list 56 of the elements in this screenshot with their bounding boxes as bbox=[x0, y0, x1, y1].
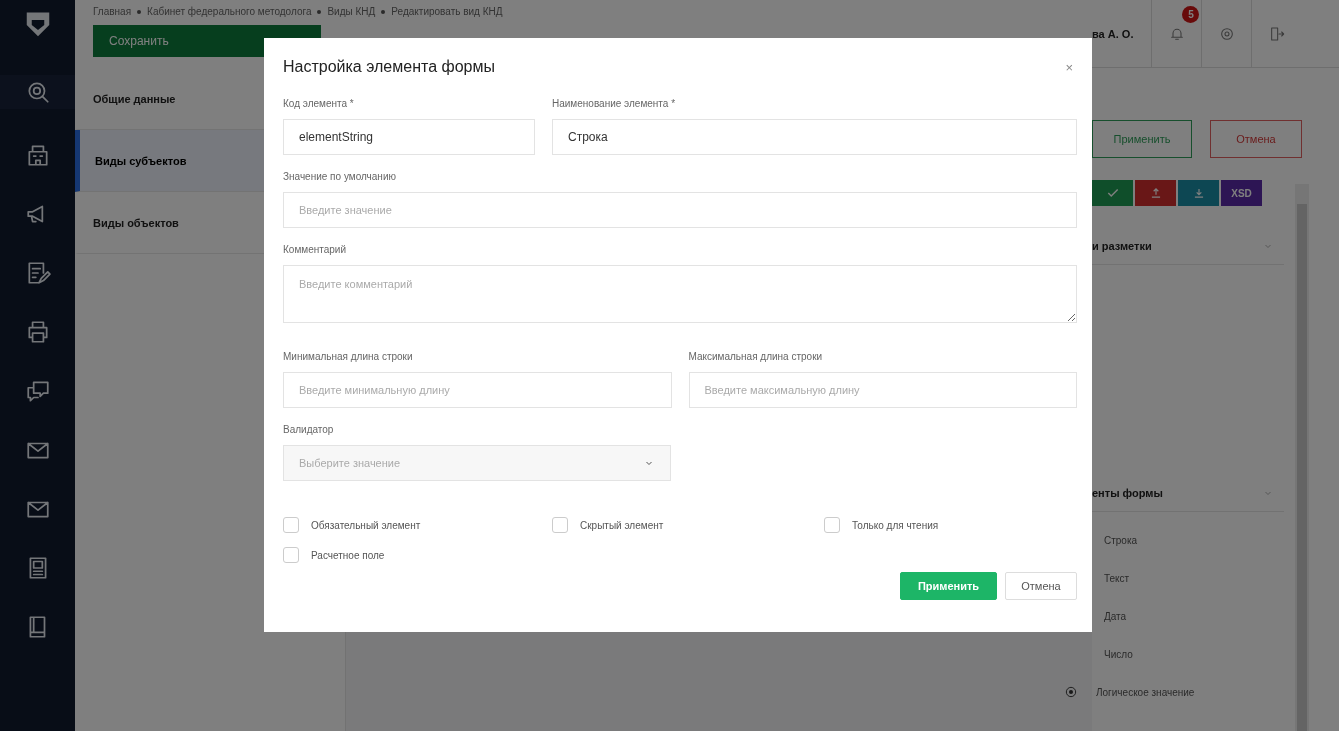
comment-field[interactable]: Введите комментарий bbox=[283, 265, 1077, 323]
element-item[interactable]: Дата bbox=[1092, 608, 1339, 624]
field-label: Валидатор bbox=[283, 424, 335, 435]
breadcrumb-link[interactable]: Кабинет федерального методолога bbox=[147, 6, 312, 17]
element-item[interactable]: Текст bbox=[1092, 570, 1339, 586]
option-label: Логическое значение bbox=[1096, 686, 1195, 698]
settings-icon[interactable] bbox=[1218, 25, 1235, 42]
checkbox-option[interactable]: Обязательный элемент bbox=[283, 517, 552, 533]
section-title: и разметки bbox=[1092, 240, 1152, 252]
element-item[interactable]: Строка bbox=[1092, 532, 1339, 548]
field-label: Минимальная длина строки bbox=[283, 351, 414, 362]
checkbox-label: Скрытый элемент bbox=[580, 519, 664, 531]
checkbox[interactable] bbox=[283, 517, 299, 533]
close-button[interactable]: × bbox=[1061, 59, 1077, 75]
cancel-button[interactable]: Отмена bbox=[1210, 120, 1302, 158]
breadcrumb-separator bbox=[137, 9, 142, 14]
user-name[interactable]: ва А. О. bbox=[1092, 27, 1152, 40]
field-label: Комментарий bbox=[283, 244, 347, 255]
input-field[interactable]: elementString bbox=[283, 119, 535, 155]
chat-icon[interactable] bbox=[24, 378, 51, 404]
download-button[interactable] bbox=[1178, 180, 1219, 206]
checkbox-option[interactable]: Расчетное поле bbox=[283, 547, 552, 563]
field-label: Наименование элемента * bbox=[552, 98, 677, 109]
check-icon bbox=[1105, 186, 1120, 200]
breadcrumb-link[interactable]: Редактировать вид КНД bbox=[391, 6, 503, 17]
checkbox[interactable] bbox=[283, 547, 299, 563]
logout-icon[interactable] bbox=[1268, 25, 1285, 42]
xsd-button[interactable]: XSD bbox=[1221, 180, 1262, 206]
checkbox-label: Обязательный элемент bbox=[311, 519, 421, 531]
breadcrumb-separator bbox=[317, 9, 322, 14]
input-field[interactable]: Введите минимальную длину bbox=[283, 372, 672, 408]
upload-button[interactable] bbox=[1135, 180, 1176, 206]
cancel-button[interactable]: Отмена bbox=[1005, 572, 1077, 600]
check-button[interactable] bbox=[1092, 180, 1133, 206]
input-field[interactable]: Строка bbox=[552, 119, 1077, 155]
element-item[interactable]: Число bbox=[1092, 646, 1339, 662]
select-field[interactable]: Выберите значение bbox=[283, 445, 671, 481]
apply-button[interactable]: Применить bbox=[1092, 120, 1192, 158]
checkbox[interactable] bbox=[552, 517, 568, 533]
section-title: енты формы bbox=[1092, 487, 1163, 499]
checkbox-option[interactable]: Только для чтения bbox=[824, 517, 1077, 533]
breadcrumb-link[interactable]: Виды КНД bbox=[327, 6, 376, 17]
scrollbar[interactable] bbox=[1295, 184, 1309, 731]
checkbox-label: Расчетное поле bbox=[311, 549, 385, 561]
notification-badge: 5 bbox=[1182, 6, 1200, 23]
input-field[interactable]: Введите значение bbox=[283, 192, 1077, 228]
input-field[interactable]: Введите максимальную длину bbox=[688, 372, 1077, 408]
breadcrumb-link[interactable]: Главная bbox=[93, 6, 132, 17]
breadcrumb-separator bbox=[381, 9, 386, 14]
checkbox[interactable] bbox=[824, 517, 840, 533]
radio-icon bbox=[1064, 685, 1078, 699]
checkbox-option[interactable]: Скрытый элемент bbox=[552, 517, 824, 533]
checkbox-label: Только для чтения bbox=[852, 519, 939, 531]
apply-button[interactable]: Применить bbox=[900, 572, 997, 600]
element-option[interactable]: Логическое значение bbox=[1064, 684, 1339, 700]
field-label: Максимальная длина строки bbox=[688, 351, 824, 362]
